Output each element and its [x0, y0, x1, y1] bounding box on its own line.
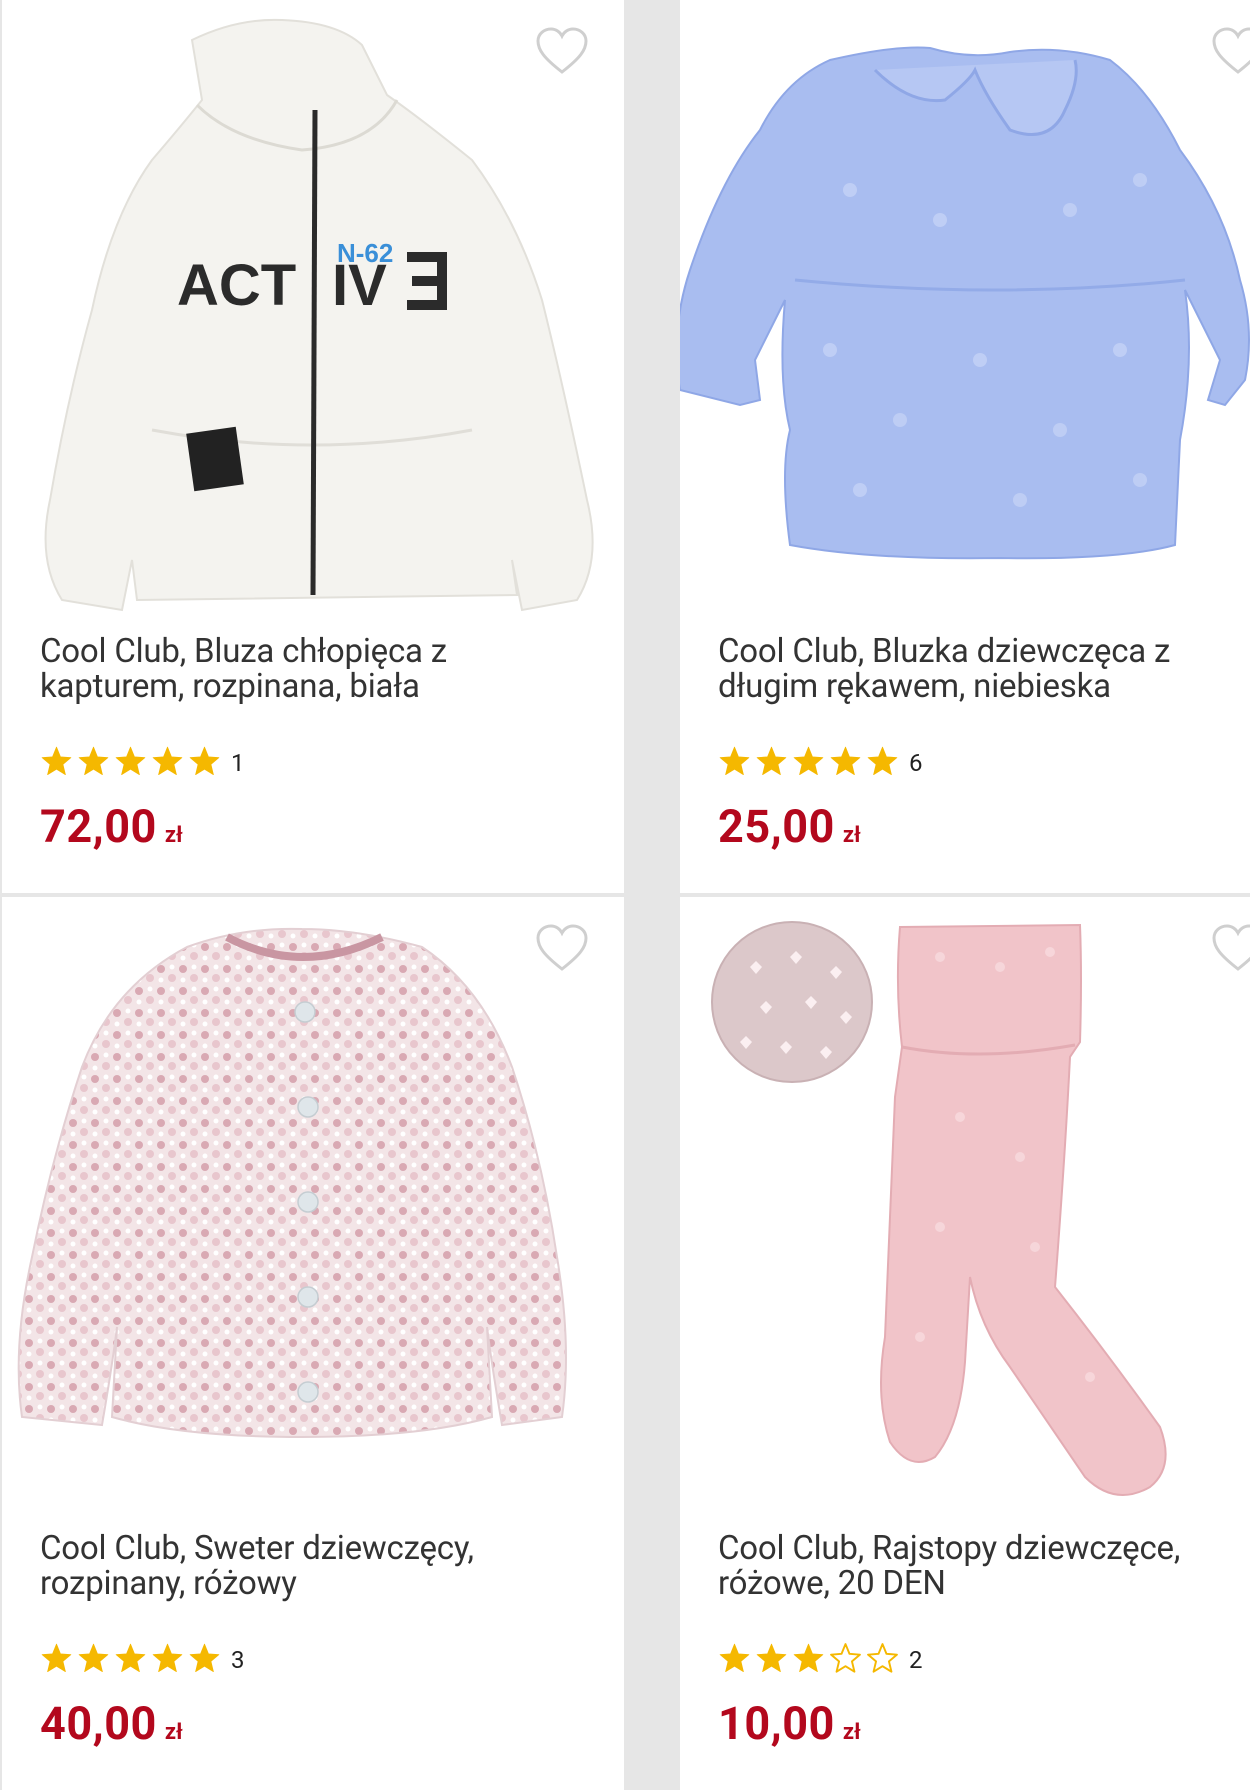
- product-price: 72,00 zł: [40, 800, 183, 853]
- product-rating: 3: [40, 1642, 245, 1678]
- price-currency: zł: [842, 1720, 861, 1745]
- star-filled-icon: [152, 1643, 183, 1672]
- product-price: 10,00 zł: [718, 1697, 861, 1750]
- star-filled-icon: [189, 746, 220, 775]
- product-title[interactable]: Cool Club, Sweter dziewczęcy, rozpinany,…: [40, 1531, 580, 1601]
- price-currency: zł: [842, 823, 861, 848]
- product-image-hoodie[interactable]: ACT IV N-62: [2, 0, 624, 620]
- rating-stars: [40, 1642, 225, 1679]
- price-currency: zł: [164, 1720, 183, 1745]
- product-title[interactable]: Cool Club, Bluza chłopięca z kapturem, r…: [40, 634, 580, 704]
- star-filled-icon: [78, 746, 109, 775]
- product-price: 25,00 zł: [718, 800, 861, 853]
- price-amount: 25,00: [718, 800, 835, 853]
- star-outline-icon: [830, 1642, 861, 1673]
- hoodie-print-text: ACT: [177, 253, 296, 318]
- review-count: 1: [231, 749, 245, 777]
- star-filled-icon: [189, 1643, 220, 1672]
- product-card[interactable]: Cool Club, Rajstopy dziewczęce, różowe, …: [680, 897, 1250, 1790]
- price-currency: zł: [164, 823, 183, 848]
- hoodie-print-tag: N-62: [337, 238, 393, 268]
- star-filled-icon: [830, 746, 861, 775]
- review-count: 2: [909, 1646, 923, 1674]
- rating-stars: [718, 745, 903, 782]
- product-card[interactable]: Cool Club, Bluzka dziewczęca z długim rę…: [680, 0, 1250, 893]
- product-rating: 6: [718, 745, 923, 781]
- star-filled-icon: [756, 1643, 787, 1672]
- star-filled-icon: [41, 746, 72, 775]
- product-card[interactable]: Cool Club, Sweter dziewczęcy, rozpinany,…: [2, 897, 624, 1790]
- price-amount: 72,00: [40, 800, 157, 853]
- star-filled-icon: [719, 1643, 750, 1672]
- product-image-sweater[interactable]: [2, 897, 624, 1517]
- product-image-blouse[interactable]: [680, 0, 1250, 620]
- product-grid: ACT IV N-62 Cool Club, Bluza chłopięca z…: [0, 0, 1250, 1790]
- star-filled-icon: [867, 746, 898, 775]
- product-title[interactable]: Cool Club, Rajstopy dziewczęce, różowe, …: [718, 1531, 1250, 1601]
- product-rating: 1: [40, 745, 245, 781]
- star-filled-icon: [115, 746, 146, 775]
- star-filled-icon: [78, 1643, 109, 1672]
- star-filled-icon: [793, 1643, 824, 1672]
- wishlist-heart-icon[interactable]: [534, 26, 590, 78]
- wishlist-heart-icon[interactable]: [1210, 923, 1250, 975]
- rating-stars: [40, 745, 225, 782]
- price-amount: 10,00: [718, 1697, 835, 1750]
- product-card[interactable]: ACT IV N-62 Cool Club, Bluza chłopięca z…: [2, 0, 624, 893]
- wishlist-heart-icon[interactable]: [534, 923, 590, 975]
- star-filled-icon: [793, 746, 824, 775]
- product-price: 40,00 zł: [40, 1697, 183, 1750]
- wishlist-heart-icon[interactable]: [1210, 26, 1250, 78]
- product-rating: 2: [718, 1642, 923, 1678]
- product-title[interactable]: Cool Club, Bluzka dziewczęca z długim rę…: [718, 634, 1250, 704]
- star-filled-icon: [756, 746, 787, 775]
- star-filled-icon: [41, 1643, 72, 1672]
- review-count: 6: [909, 749, 923, 777]
- rating-stars: [718, 1642, 903, 1679]
- price-amount: 40,00: [40, 1697, 157, 1750]
- star-filled-icon: [719, 746, 750, 775]
- review-count: 3: [231, 1646, 245, 1674]
- star-outline-icon: [867, 1642, 898, 1673]
- star-filled-icon: [152, 746, 183, 775]
- star-filled-icon: [115, 1643, 146, 1672]
- product-image-tights[interactable]: [680, 897, 1250, 1517]
